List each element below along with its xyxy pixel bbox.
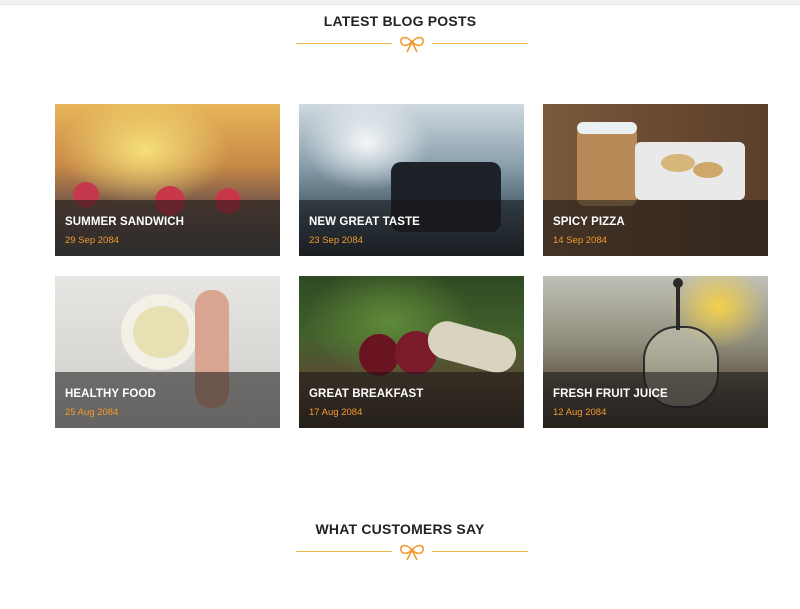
what-customers-say-heading: WHAT CUSTOMERS SAY (315, 521, 485, 537)
blog-card-title[interactable]: GREAT BREAKFAST (309, 388, 423, 400)
divider-line-left (296, 43, 392, 44)
blog-card-caption (299, 372, 524, 428)
blog-card-healthy-food[interactable]: HEALTHY FOOD 25 Aug 2084 (55, 276, 280, 428)
blog-card-caption (299, 200, 524, 256)
ribbon-bow-icon (400, 544, 424, 561)
blog-card-date: 14 Sep 2084 (553, 235, 607, 246)
blog-card-caption (543, 200, 768, 256)
blog-card-date: 25 Aug 2084 (65, 407, 119, 418)
blog-card-date: 12 Aug 2084 (553, 407, 607, 418)
blog-card-caption (55, 372, 280, 428)
blog-card-summer-sandwich[interactable]: SUMMER SANDWICH 29 Sep 2084 (55, 104, 280, 256)
heading-divider (296, 34, 528, 54)
blog-card-title[interactable]: HEALTHY FOOD (65, 388, 156, 400)
ribbon-bow-icon (400, 36, 424, 53)
blog-posts-grid: SUMMER SANDWICH 29 Sep 2084 NEW GREAT TA… (55, 104, 768, 428)
blog-card-title[interactable]: SPICY PIZZA (553, 216, 625, 228)
divider-line-right (432, 551, 528, 552)
divider-line-right (432, 43, 528, 44)
blog-card-caption (55, 200, 280, 256)
blog-card-date: 17 Aug 2084 (309, 407, 363, 418)
heading-divider (296, 542, 528, 562)
blog-card-fresh-fruit-juice[interactable]: FRESH FRUIT JUICE 12 Aug 2084 (543, 276, 768, 428)
blog-card-spicy-pizza[interactable]: SPICY PIZZA 14 Sep 2084 (543, 104, 768, 256)
blog-card-date: 29 Sep 2084 (65, 235, 119, 246)
blog-card-title[interactable]: FRESH FRUIT JUICE (553, 388, 668, 400)
browser-top-edge (0, 0, 800, 5)
blog-card-date: 23 Sep 2084 (309, 235, 363, 246)
blog-card-new-great-taste[interactable]: NEW GREAT TASTE 23 Sep 2084 (299, 104, 524, 256)
blog-card-great-breakfast[interactable]: GREAT BREAKFAST 17 Aug 2084 (299, 276, 524, 428)
blog-card-title[interactable]: NEW GREAT TASTE (309, 216, 420, 228)
blog-card-caption (543, 372, 768, 428)
blog-card-title[interactable]: SUMMER SANDWICH (65, 216, 184, 228)
divider-line-left (296, 551, 392, 552)
latest-blog-posts-heading: LATEST BLOG POSTS (323, 13, 477, 29)
